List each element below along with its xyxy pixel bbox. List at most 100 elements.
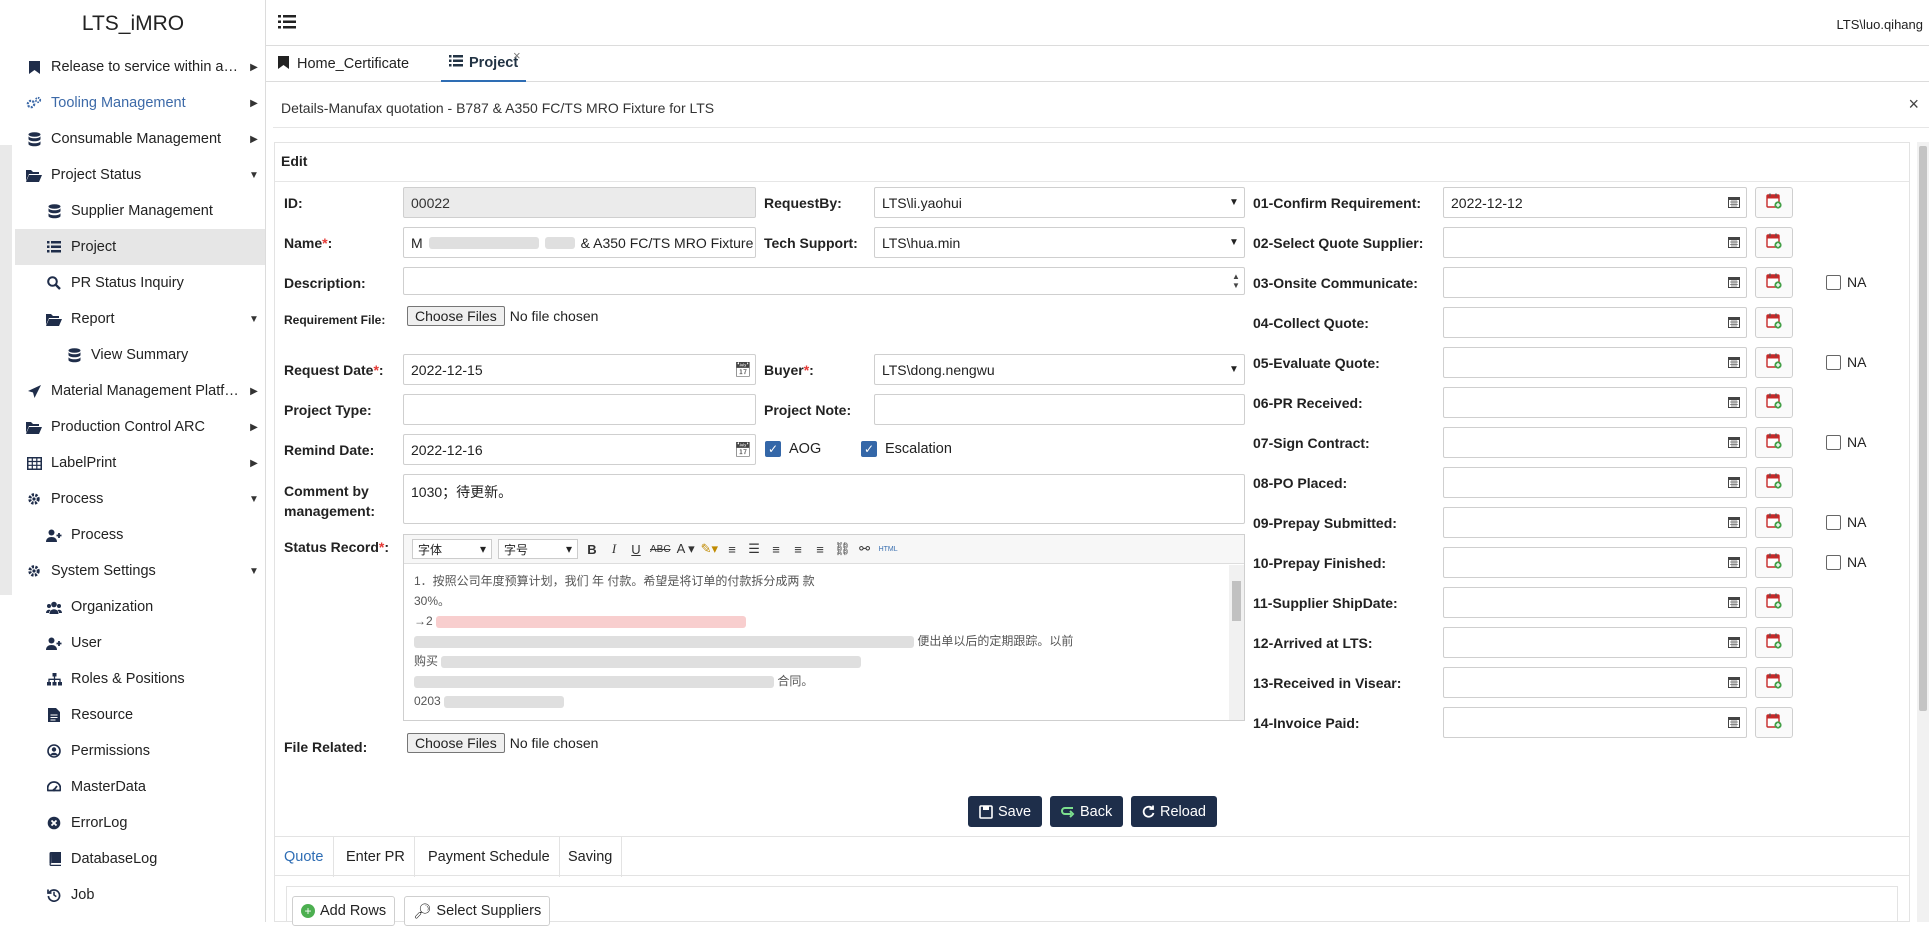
close-icon[interactable]: × <box>1908 94 1919 115</box>
align-left-icon[interactable]: ≡ <box>768 542 784 557</box>
name-field[interactable]: M & A350 FC/TS MRO Fixture <box>403 227 756 258</box>
milestone-date-field[interactable] <box>1443 227 1747 258</box>
sidebar-item-databaselog[interactable]: DatabaseLog <box>15 841 265 877</box>
milestone-date-field[interactable] <box>1443 507 1747 538</box>
sidebar-item-pr-status-inquiry[interactable]: PR Status Inquiry <box>15 265 265 301</box>
tech-support-select[interactable]: LTS\hua.min ▼ <box>874 227 1245 258</box>
sidebar-item-permissions[interactable]: Permissions <box>15 733 265 769</box>
calendar-icon[interactable]: 📅︎ <box>731 441 755 458</box>
na-checkbox[interactable]: NA <box>1826 274 1866 290</box>
tab-quote[interactable]: Quote <box>275 837 334 877</box>
na-checkbox[interactable]: NA <box>1826 354 1866 370</box>
calendar-icon[interactable] <box>1722 395 1746 411</box>
calendar-icon[interactable] <box>1722 235 1746 251</box>
save-button[interactable]: Save <box>968 796 1043 827</box>
calendar-icon[interactable] <box>1722 595 1746 611</box>
sidebar-item-release-to-service-within-aut[interactable]: Release to service within aut... ▶ <box>15 49 265 85</box>
sidebar-item-user[interactable]: User <box>15 625 265 661</box>
menu-toggle-icon[interactable] <box>278 14 296 33</box>
milestone-date-field[interactable] <box>1443 427 1747 458</box>
spinner-icon[interactable]: ▲ ▼ <box>1228 272 1244 290</box>
request-date-field[interactable]: 2022-12-15 📅︎ <box>403 354 756 385</box>
description-field[interactable]: ▲ ▼ <box>403 267 1245 295</box>
page-scrollbar[interactable] <box>1917 142 1929 922</box>
calendar-icon[interactable] <box>1722 715 1746 731</box>
sidebar-item-production-control-arc[interactable]: Production Control ARC ▶ <box>15 409 265 445</box>
sidebar-item-report[interactable]: Report ▼ <box>15 301 265 337</box>
unlink-icon[interactable]: ⚯ <box>857 541 873 557</box>
calendar-icon[interactable] <box>1722 635 1746 651</box>
set-today-button[interactable] <box>1755 187 1793 218</box>
tab-close-icon[interactable]: × <box>513 48 521 63</box>
calendar-icon[interactable] <box>1722 195 1746 211</box>
editor-scrollbar[interactable] <box>1229 565 1244 720</box>
sidebar-item-project-status[interactable]: Project Status ▼ <box>15 157 265 193</box>
milestone-date-field[interactable] <box>1443 547 1747 578</box>
strikethrough-icon[interactable]: ABC <box>650 544 671 555</box>
sidebar-item-process[interactable]: Process <box>15 517 265 553</box>
sidebar-item-view-summary[interactable]: View Summary <box>15 337 265 373</box>
milestone-date-field[interactable] <box>1443 707 1747 738</box>
milestone-date-field[interactable] <box>1443 467 1747 498</box>
set-today-button[interactable] <box>1755 667 1793 698</box>
ordered-list-icon[interactable]: ≡ <box>724 542 740 557</box>
status-record-editor[interactable]: 字体 ▾ 字号 ▾ B I U ABC A ▾ ✎▾ ≡ ☰ ≡ ≡ ≡ ⛓ ⚯ H… <box>403 534 1245 721</box>
sidebar-item-job[interactable]: Job <box>15 877 265 913</box>
check-icon[interactable]: ✓ <box>861 441 877 457</box>
calendar-icon[interactable] <box>1722 515 1746 531</box>
set-today-button[interactable] <box>1755 387 1793 418</box>
sidebar-item-masterdata[interactable]: MasterData <box>15 769 265 805</box>
na-checkbox[interactable]: NA <box>1826 434 1866 450</box>
calendar-icon[interactable] <box>1722 555 1746 571</box>
bold-icon[interactable]: B <box>584 542 600 557</box>
milestone-date-field[interactable] <box>1443 267 1747 298</box>
remind-date-field[interactable]: 2022-12-16 📅︎ <box>403 434 756 465</box>
underline-icon[interactable]: U <box>628 542 644 557</box>
milestone-date-field[interactable] <box>1443 587 1747 618</box>
tab-saving[interactable]: Saving <box>559 837 623 877</box>
set-today-button[interactable] <box>1755 467 1793 498</box>
italic-icon[interactable]: I <box>606 541 622 557</box>
align-center-icon[interactable]: ≡ <box>790 542 806 557</box>
sidebar-item-labelprint[interactable]: LabelPrint ▶ <box>15 445 265 481</box>
font-family-select[interactable]: 字体 ▾ <box>412 539 492 559</box>
set-today-button[interactable] <box>1755 507 1793 538</box>
milestone-date-field[interactable] <box>1443 387 1747 418</box>
sidebar-item-tooling-management[interactable]: Tooling Management ▶ <box>15 85 265 121</box>
set-today-button[interactable] <box>1755 627 1793 658</box>
calendar-icon[interactable] <box>1722 675 1746 691</box>
sidebar-item-roles-positions[interactable]: Roles & Positions <box>15 661 265 697</box>
set-today-button[interactable] <box>1755 707 1793 738</box>
choose-files-button[interactable]: Choose Files <box>407 306 505 326</box>
sidebar-item-project[interactable]: Project <box>15 229 265 265</box>
sidebar-item-resource[interactable]: Resource <box>15 697 265 733</box>
milestone-date-field[interactable]: 2022-12-12 <box>1443 187 1747 218</box>
na-checkbox[interactable]: NA <box>1826 554 1866 570</box>
milestone-date-field[interactable] <box>1443 667 1747 698</box>
calendar-icon[interactable] <box>1722 435 1746 451</box>
calendar-icon[interactable] <box>1722 315 1746 331</box>
requirement-file-input[interactable]: Choose Files No file chosen <box>407 306 598 326</box>
set-today-button[interactable] <box>1755 587 1793 618</box>
aog-checkbox[interactable]: ✓ AOG <box>765 441 821 457</box>
sidebar-item-process[interactable]: Process ▼ <box>15 481 265 517</box>
font-color-icon[interactable]: A ▾ <box>677 541 695 557</box>
escalation-checkbox[interactable]: ✓ Escalation <box>861 441 952 457</box>
sidebar-item-material-management-platform[interactable]: Material Management Platform ▶ <box>15 373 265 409</box>
set-today-button[interactable] <box>1755 427 1793 458</box>
milestone-date-field[interactable] <box>1443 627 1747 658</box>
html-source-icon[interactable]: HTML <box>879 546 898 553</box>
set-today-button[interactable] <box>1755 347 1793 378</box>
buyer-select[interactable]: LTS\dong.nengwu ▼ <box>874 354 1245 385</box>
choose-files-button[interactable]: Choose Files <box>407 733 505 753</box>
milestone-date-field[interactable] <box>1443 307 1747 338</box>
sidebar-item-errorlog[interactable]: ErrorLog <box>15 805 265 841</box>
sidebar-item-supplier-management[interactable]: Supplier Management <box>15 193 265 229</box>
link-icon[interactable]: ⛓ <box>834 541 851 557</box>
calendar-icon[interactable]: 📅︎ <box>731 361 755 378</box>
calendar-icon[interactable] <box>1722 355 1746 371</box>
calendar-icon[interactable] <box>1722 275 1746 291</box>
align-right-icon[interactable]: ≡ <box>812 542 828 557</box>
project-type-field[interactable] <box>403 394 756 425</box>
comment-field[interactable]: 1030；待更新。 <box>403 474 1245 524</box>
